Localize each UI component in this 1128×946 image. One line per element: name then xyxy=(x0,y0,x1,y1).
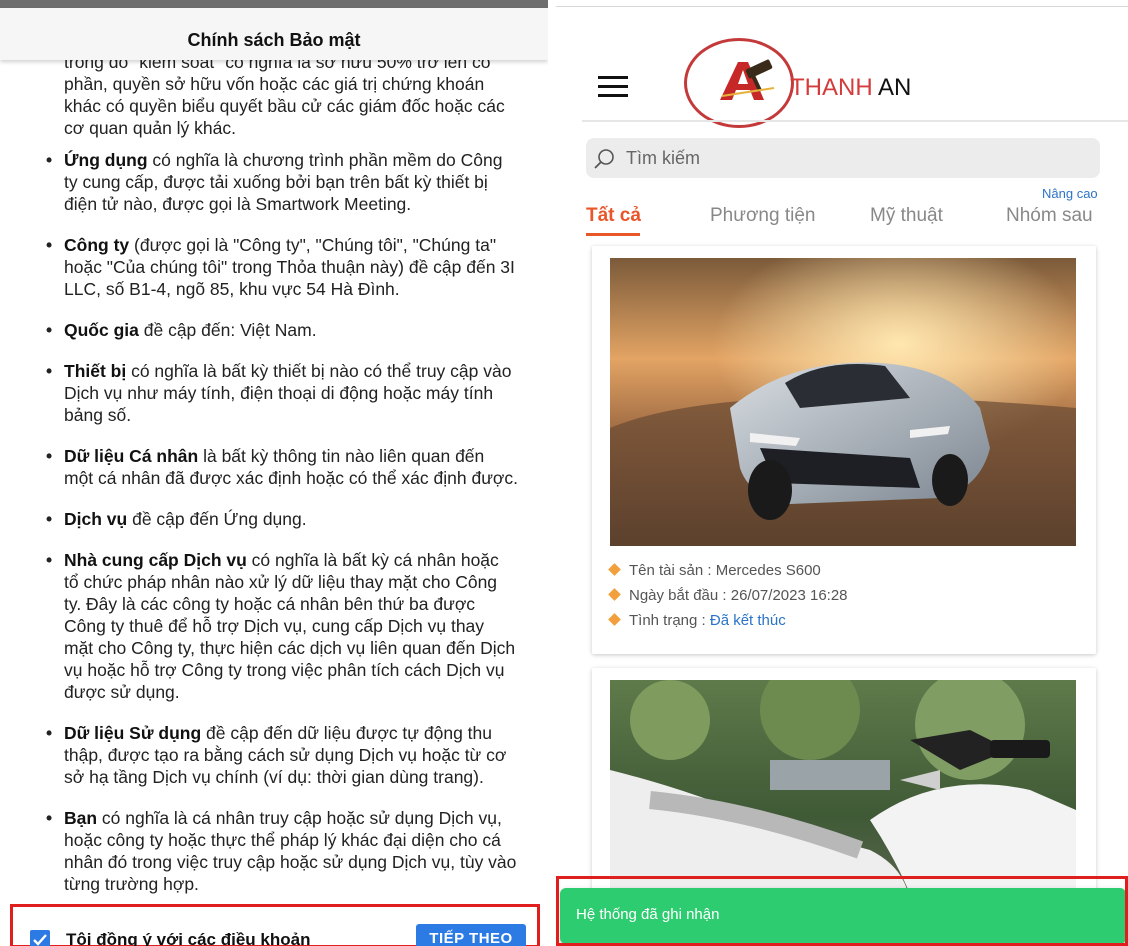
advanced-search-link[interactable]: Nâng cao xyxy=(1042,186,1098,201)
policy-definition-item: • Ứng dụng có nghĩa là chương trình phần … xyxy=(46,149,518,215)
policy-definition-item: • Công ty (được gọi là "Công ty", "Chúng … xyxy=(46,234,518,300)
status-value-link[interactable]: Đã kết thúc xyxy=(710,612,786,629)
car-photo xyxy=(610,258,1076,546)
policy-definition-item: • Quốc gia đề cập đến: Việt Nam. xyxy=(46,319,518,341)
toast-highlight xyxy=(556,876,1128,946)
hamburger-menu-icon[interactable] xyxy=(598,76,628,100)
tab-vehicles[interactable]: Phương tiện xyxy=(710,205,815,227)
diamond-bullet-icon xyxy=(608,563,621,576)
brand-name: THANH AN xyxy=(790,74,912,101)
definition-term: Thiết bị xyxy=(64,361,127,381)
diamond-bullet-icon xyxy=(608,613,621,626)
definition-term: Quốc gia xyxy=(64,320,139,340)
bullet-icon: • xyxy=(46,550,53,570)
bullet-icon: • xyxy=(46,723,53,743)
definition-term: Công ty xyxy=(64,235,130,255)
policy-definition-item: • Dịch vụ đề cập đến Ứng dụng. xyxy=(46,508,518,530)
definition-text: đề cập đến: Việt Nam. xyxy=(138,320,317,340)
category-tabs: Tất cả Phương tiện Mỹ thuật Nhóm sau xyxy=(556,205,1128,239)
agree-label[interactable]: Tôi đồng ý với các điều khoản xyxy=(66,930,310,946)
policy-definition-item: • Dữ liệu Sử dụng đề cập đến dữ liệu được… xyxy=(46,722,518,788)
tab-next-group[interactable]: Nhóm sau xyxy=(1006,205,1093,227)
definition-text: có nghĩa là bất kỳ cá nhân hoặc tổ chức … xyxy=(64,550,516,702)
tab-fine-arts[interactable]: Mỹ thuật xyxy=(870,205,943,227)
active-tab-indicator xyxy=(586,233,640,236)
checkmark-icon xyxy=(33,934,47,946)
bullet-icon: • xyxy=(46,150,53,170)
search-placeholder: Tìm kiếm xyxy=(626,148,700,168)
bullet-icon: • xyxy=(46,808,53,828)
definition-term: Bạn xyxy=(64,808,98,828)
definition-term: Dữ liệu Cá nhân xyxy=(64,446,199,466)
auction-card[interactable]: Tên tài sản : Mercedes S600 Ngày bắt đầu… xyxy=(592,246,1096,654)
status-bar xyxy=(0,0,548,8)
definition-term: Dữ liệu Sử dụng xyxy=(64,723,202,743)
top-border xyxy=(556,6,1128,7)
search-input[interactable]: Tìm kiếm xyxy=(586,138,1100,178)
auction-app-screen: THANH AN Tìm kiếm Nâng cao Tất cả Phương… xyxy=(556,0,1128,946)
search-icon xyxy=(594,149,614,169)
policy-definition-item: • Bạn có nghĩa là cá nhân truy cập hoặc s… xyxy=(46,807,518,895)
bullet-icon: • xyxy=(46,235,53,255)
policy-title: Chính sách Bảo mật xyxy=(187,30,361,50)
bullet-icon: • xyxy=(46,509,53,529)
divider xyxy=(548,0,556,946)
policy-definition-item: • Thiết bị có nghĩa là bất kỳ thiết bị nà… xyxy=(46,360,518,426)
definition-term: Dịch vụ xyxy=(64,509,128,529)
start-date-row: Ngày bắt đầu : 26/07/2023 16:28 xyxy=(608,587,848,604)
app-header: THANH AN xyxy=(556,8,1128,128)
diamond-bullet-icon xyxy=(608,588,621,601)
next-button[interactable]: TIẾP THEO xyxy=(416,924,526,946)
bullet-icon: • xyxy=(46,320,53,340)
definition-term: Ứng dụng xyxy=(64,150,148,170)
policy-definition-item: • Dữ liệu Cá nhân là bất kỳ thông tin nào… xyxy=(46,445,518,489)
policy-definition-item: • Nhà cung cấp Dịch vụ có nghĩa là bất kỳ… xyxy=(46,549,518,703)
policy-paragraph: trong đó "kiểm soát" có nghĩa là sở hữu … xyxy=(64,52,505,138)
tab-all[interactable]: Tất cả xyxy=(586,205,641,227)
gavel-logo-icon xyxy=(720,59,775,100)
bullet-icon: • xyxy=(46,446,53,466)
policy-content[interactable]: trong đó "kiểm soát" có nghĩa là sở hữu … xyxy=(0,44,548,904)
definition-text: (được gọi là "Công ty", "Chúng tôi", "Ch… xyxy=(64,235,515,299)
definition-text: có nghĩa là bất kỳ thiết bị nào có thể t… xyxy=(64,361,512,425)
bullet-icon: • xyxy=(46,361,53,381)
privacy-policy-screen: Chính sách Bảo mật trong đó "kiểm soát" … xyxy=(0,0,548,946)
definition-text: có nghĩa là cá nhân truy cập hoặc sử dụn… xyxy=(64,808,517,894)
policy-header: Chính sách Bảo mật xyxy=(0,8,548,60)
policy-footer: Tôi đồng ý với các điều khoản TIẾP THEO xyxy=(0,904,548,946)
asset-name-row: Tên tài sản : Mercedes S600 xyxy=(608,562,821,579)
status-row: Tình trạng : Đã kết thúc xyxy=(608,612,786,629)
policy-definitions-list: • Ứng dụng có nghĩa là chương trình phần … xyxy=(0,149,548,895)
agree-checkbox[interactable] xyxy=(30,930,50,946)
definition-term: Nhà cung cấp Dịch vụ xyxy=(64,550,247,570)
definition-text: đề cập đến Ứng dụng. xyxy=(127,509,307,529)
